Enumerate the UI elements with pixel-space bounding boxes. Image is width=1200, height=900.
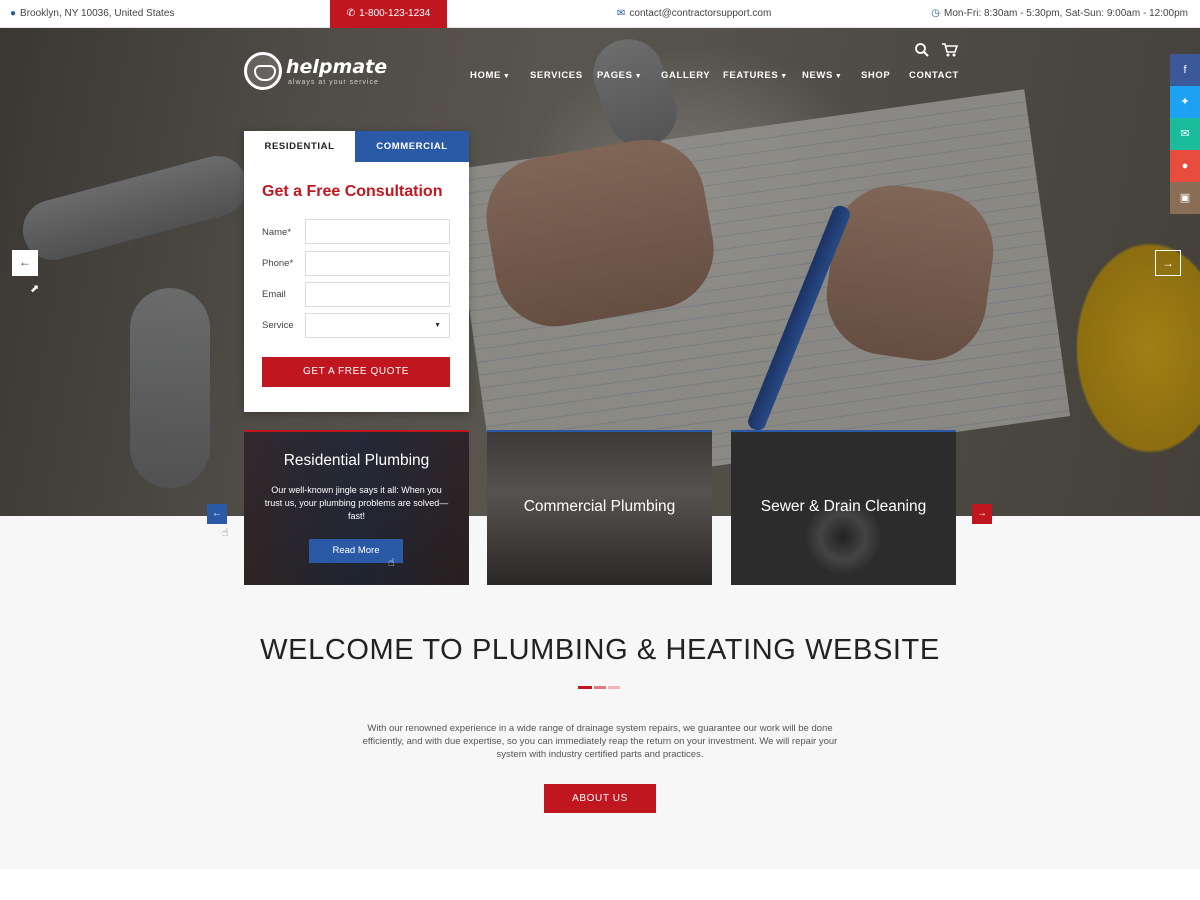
nav-news-label: NEWS <box>802 70 833 81</box>
arrow-left-icon: ← <box>19 255 31 269</box>
opening-hours: ◷ Mon-Fri: 8:30am - 5:30pm, Sat-Sun: 9:00… <box>931 0 1188 28</box>
arrow-right-icon: → <box>977 508 987 519</box>
phone-label: Phone* <box>262 258 294 269</box>
hours-text: Mon-Fri: 8:30am - 5:30pm, Sat-Sun: 9:00a… <box>944 8 1188 19</box>
welcome-heading: WELCOME TO PLUMBING & HEATING WEBSITE <box>260 634 940 666</box>
nav-features-label: FEATURES <box>723 70 779 81</box>
email-label: Email <box>262 289 286 300</box>
services-prev-button[interactable]: ← <box>207 504 227 524</box>
location-text: Brooklyn, NY 10036, United States <box>20 8 175 19</box>
tab-commercial[interactable]: COMMERCIAL <box>355 131 469 162</box>
brand-name: helpmate <box>286 56 388 78</box>
nav-item-features[interactable]: FEATURES ▼ <box>723 70 788 84</box>
chevron-down-icon: ▼ <box>434 322 441 329</box>
tab-residential[interactable]: RESIDENTIAL <box>244 131 355 162</box>
service-card-title: Residential Plumbing <box>283 452 430 469</box>
chevron-down-icon: ▼ <box>634 73 643 80</box>
heading-divider <box>578 686 592 689</box>
nav-home-label: HOME <box>470 70 501 81</box>
heading-divider <box>608 686 620 689</box>
service-select[interactable]: ▼ <box>305 313 450 338</box>
envelope-icon: ✉ <box>617 8 626 19</box>
name-field[interactable] <box>305 219 450 244</box>
welcome-text: With our renowned experience in a wide r… <box>362 723 838 760</box>
instagram-icon[interactable]: ▣ <box>1170 182 1200 214</box>
cart-icon[interactable] <box>941 42 959 58</box>
phone-icon: ✆ <box>346 8 356 19</box>
chevron-down-icon: ▼ <box>502 73 511 80</box>
phone-field[interactable] <box>305 251 450 276</box>
email-text: contact@contractorsupport.com <box>629 8 772 19</box>
arrow-left-icon: ← <box>212 508 222 519</box>
service-card-description: Our well-known jingle says it all: When … <box>264 485 449 521</box>
location-icon[interactable]: ● <box>1170 150 1200 182</box>
service-card-sewer[interactable]: Sewer & Drain Cleaning <box>731 430 956 585</box>
hero-prev-button[interactable]: ← <box>12 250 38 276</box>
heading-divider <box>594 686 606 689</box>
form-title: Get a Free Consultation <box>262 183 443 200</box>
email-field[interactable] <box>305 282 450 307</box>
nav-item-services[interactable]: SERVICES <box>530 70 583 84</box>
about-us-button[interactable]: ABOUT US <box>544 784 656 813</box>
service-card-title: Commercial Plumbing <box>523 498 676 515</box>
nav-item-gallery[interactable]: GALLERY <box>661 70 710 84</box>
nav-gallery-label: GALLERY <box>661 70 711 81</box>
phone-text: 1-800-123-1234 <box>359 8 431 19</box>
chevron-down-icon: ▼ <box>780 73 788 80</box>
pointer-cursor-icon: ⬈ <box>30 283 40 295</box>
location-info: ● Brooklyn, NY 10036, United States <box>10 0 174 28</box>
nav-shop-label: SHOP <box>861 70 891 81</box>
facebook-icon[interactable]: f <box>1170 54 1200 86</box>
email-link[interactable]: ✉ contact@contractorsupport.com <box>617 0 771 28</box>
top-bar: ● Brooklyn, NY 10036, United States ✆ 1-80… <box>0 0 1200 28</box>
pointer-cursor-icon: ☝ <box>388 557 395 569</box>
nav-contact-label: CONTACT <box>909 70 959 81</box>
nav-item-contact[interactable]: CONTACT <box>909 70 959 84</box>
get-quote-button[interactable]: GET A FREE QUOTE <box>262 357 450 387</box>
service-card-commercial[interactable]: Commercial Plumbing <box>487 430 712 585</box>
services-next-button[interactable]: → <box>972 504 992 524</box>
handshake-logo-icon <box>244 52 282 90</box>
brand-tagline: always at your service <box>288 79 379 86</box>
nav-pages-label: PAGES <box>597 70 633 81</box>
nav-item-home[interactable]: HOME ▼ <box>470 70 510 84</box>
arrow-right-icon: → <box>1162 256 1174 270</box>
chevron-down-icon: ▼ <box>834 73 843 80</box>
name-label: Name* <box>262 227 292 238</box>
search-icon[interactable] <box>914 42 930 58</box>
twitter-icon[interactable]: ✦ <box>1170 86 1200 118</box>
pointer-cursor-icon: ☝ <box>222 527 229 539</box>
clock-icon: ◷ <box>931 8 940 19</box>
nav-item-shop[interactable]: SHOP <box>861 70 890 84</box>
service-card-title: Sewer & Drain Cleaning <box>760 498 927 515</box>
service-card-residential[interactable]: Residential Plumbing Our well-known jing… <box>244 430 469 585</box>
page-bottom-strip <box>0 869 1200 900</box>
map-pin-icon: ● <box>10 8 17 19</box>
nav-item-news[interactable]: NEWS ▼ <box>802 70 842 84</box>
email-icon[interactable]: ✉ <box>1170 118 1200 150</box>
consultation-form: RESIDENTIAL COMMERCIAL Get a Free Consul… <box>244 131 469 412</box>
hero-next-button[interactable]: → <box>1155 250 1181 276</box>
nav-item-pages[interactable]: PAGES ▼ <box>597 70 642 84</box>
nav-services-label: SERVICES <box>530 70 583 81</box>
service-label: Service <box>262 320 294 331</box>
phone-link[interactable]: ✆ 1-800-123-1234 <box>330 0 447 28</box>
